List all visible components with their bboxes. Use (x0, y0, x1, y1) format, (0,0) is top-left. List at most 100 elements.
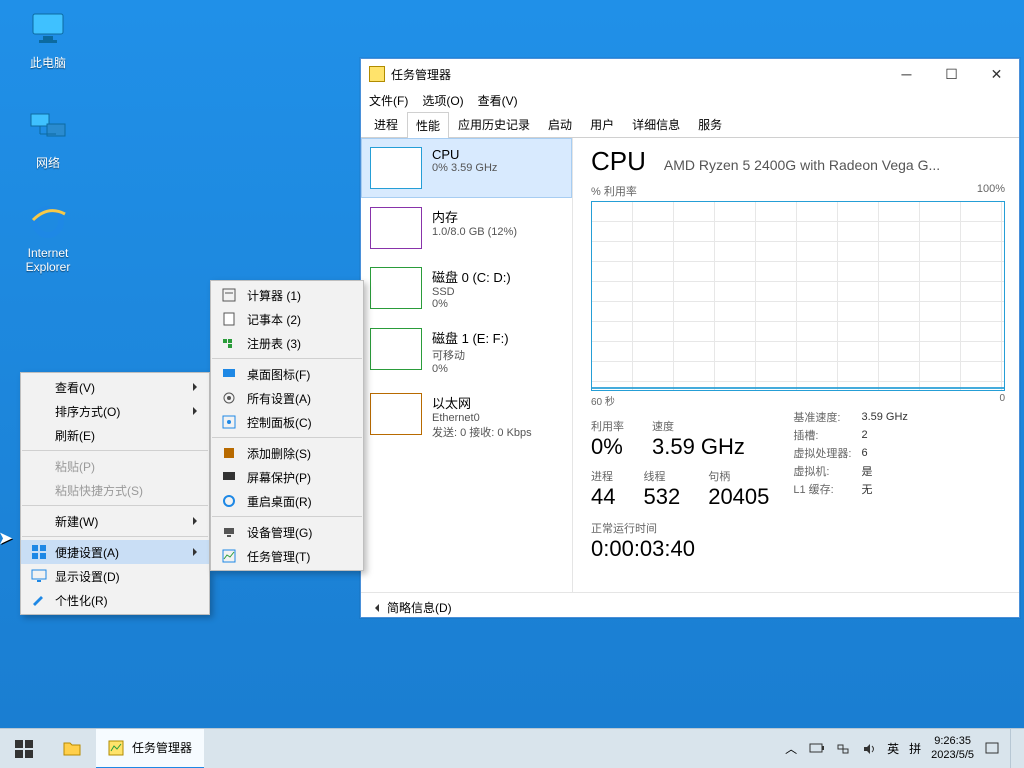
tab-users[interactable]: 用户 (581, 111, 623, 137)
taskbar-task-manager[interactable]: 任务管理器 (96, 729, 204, 768)
ctx-sort[interactable]: 排序方式(O) (21, 399, 209, 423)
tray-network-icon[interactable] (835, 741, 851, 757)
tray-notifications-icon[interactable] (984, 741, 1000, 757)
add-remove-icon (219, 443, 239, 463)
proc-value: 44 (591, 484, 615, 510)
sm-control-panel[interactable]: 控制面板(C) (211, 410, 363, 434)
display-icon (29, 566, 49, 586)
brush-icon (29, 590, 49, 610)
quick-settings-submenu: 计算器 (1) 记事本 (2) 注册表 (3) 桌面图标(F) 所有设置(A) … (210, 280, 364, 571)
start-button[interactable] (0, 729, 48, 768)
label: 利用率 (591, 418, 624, 434)
cpu-utilization-chart[interactable] (591, 201, 1005, 391)
screensaver-icon (219, 467, 239, 487)
sm-restart-desktop[interactable]: 重启桌面(R) (211, 489, 363, 513)
titlebar[interactable]: 任务管理器 ─ ☐ ✕ (361, 59, 1019, 89)
notepad-icon (219, 309, 239, 329)
sm-device-manager[interactable]: 设备管理(G) (211, 520, 363, 544)
speed-value: 3.59 GHz (652, 434, 745, 460)
desktop-icon-network[interactable]: 网络 (10, 108, 86, 171)
fewer-details-button[interactable]: 简略信息(D) (387, 599, 452, 616)
chart-ymax: 100% (977, 183, 1005, 199)
thread-value: 532 (643, 484, 680, 510)
tray-ime1[interactable]: 英 (887, 740, 899, 757)
desktop-icons-icon (219, 364, 239, 384)
taskbar-file-explorer[interactable] (48, 729, 96, 768)
cat-disk1[interactable]: 磁盘 1 (E: F:)可移动 0% (361, 319, 572, 384)
desktop-icon-label: Explorer (10, 260, 86, 274)
windows-logo-icon (15, 740, 33, 758)
menu-view[interactable]: 查看(V) (478, 92, 518, 109)
uptime-value: 0:00:03:40 (591, 536, 769, 562)
label: 线程 (643, 468, 680, 484)
sm-regedit[interactable]: 注册表 (3) (211, 331, 363, 355)
close-button[interactable]: ✕ (974, 59, 1019, 89)
cpu-spec-table: 基准速度:3.59 GHz 插槽:2 虚拟处理器:6 虚拟机:是 L1 缓存:无 (793, 408, 918, 562)
tray-volume-icon[interactable] (861, 741, 877, 757)
settings-group-icon (29, 542, 49, 562)
cursor-icon: ➤ (0, 528, 13, 549)
desktop-icon-label: 网络 (10, 154, 86, 171)
sm-add-remove[interactable]: 添加删除(S) (211, 441, 363, 465)
menu-file[interactable]: 文件(F) (369, 92, 408, 109)
chart-x-right: 0 (999, 393, 1005, 408)
ctx-paste-shortcut[interactable]: 粘贴快捷方式(S) (21, 478, 209, 502)
ctx-display-settings[interactable]: 显示设置(D) (21, 564, 209, 588)
tray-ime2[interactable]: 拼 (909, 740, 921, 757)
ctx-quick-settings[interactable]: 便捷设置(A) (21, 540, 209, 564)
perf-detail-pane: CPU AMD Ryzen 5 2400G with Radeon Vega G… (573, 138, 1019, 592)
ctx-personalize[interactable]: 个性化(R) (21, 588, 209, 612)
folder-icon (62, 739, 82, 759)
taskmgr-icon (108, 740, 124, 756)
tab-startup[interactable]: 启动 (539, 111, 581, 137)
sm-notepad[interactable]: 记事本 (2) (211, 307, 363, 331)
ctx-new[interactable]: 新建(W) (21, 509, 209, 533)
window-title: 任务管理器 (391, 66, 451, 83)
control-panel-icon (219, 412, 239, 432)
disk-thumb-icon (370, 267, 422, 309)
sm-task-manager[interactable]: 任务管理(T) (211, 544, 363, 568)
tab-services[interactable]: 服务 (689, 111, 731, 137)
desktop-context-menu: 查看(V) 排序方式(O) 刷新(E) 粘贴(P) 粘贴快捷方式(S) 新建(W… (20, 372, 210, 615)
label: 正常运行时间 (591, 520, 769, 536)
tab-app-history[interactable]: 应用历史记录 (449, 111, 539, 137)
sm-screensaver[interactable]: 屏幕保护(P) (211, 465, 363, 489)
task-manager-window: 任务管理器 ─ ☐ ✕ 文件(F) 选项(O) 查看(V) 进程 性能 应用历史… (360, 58, 1020, 618)
memory-thumb-icon (370, 207, 422, 249)
desktop-icon-this-pc[interactable]: 此电脑 (10, 8, 86, 71)
cpu-name: AMD Ryzen 5 2400G with Radeon Vega G... (664, 157, 1005, 173)
cat-cpu[interactable]: CPU0% 3.59 GHz (361, 138, 572, 198)
cat-ethernet[interactable]: 以太网Ethernet0 发送: 0 接收: 0 Kbps (361, 384, 572, 449)
restart-icon (219, 491, 239, 511)
sm-deskicon[interactable]: 桌面图标(F) (211, 362, 363, 386)
taskmgr-app-icon (369, 66, 385, 82)
ctx-paste[interactable]: 粘贴(P) (21, 454, 209, 478)
tray-chevron-icon[interactable]: ︿ (783, 741, 799, 757)
tray-clock[interactable]: 9:26:352023/5/5 (931, 735, 974, 761)
tab-details[interactable]: 详细信息 (623, 111, 689, 137)
cat-memory[interactable]: 内存1.0/8.0 GB (12%) (361, 198, 572, 258)
ctx-view[interactable]: 查看(V) (21, 375, 209, 399)
device-icon (219, 522, 239, 542)
tray-battery-icon[interactable] (809, 741, 825, 757)
disk-thumb-icon (370, 328, 422, 370)
tab-performance[interactable]: 性能 (407, 112, 449, 138)
taskbar-app-label: 任务管理器 (132, 739, 192, 756)
tabstrip: 进程 性能 应用历史记录 启动 用户 详细信息 服务 (361, 111, 1019, 138)
minimize-button[interactable]: ─ (884, 59, 929, 89)
cat-disk0[interactable]: 磁盘 0 (C: D:)SSD 0% (361, 258, 572, 319)
maximize-button[interactable]: ☐ (929, 59, 974, 89)
chart-ylabel: % 利用率 (591, 183, 637, 199)
tab-processes[interactable]: 进程 (365, 111, 407, 137)
label: 速度 (652, 418, 745, 434)
show-desktop-button[interactable] (1010, 729, 1020, 768)
cpu-thumb-icon (370, 147, 422, 189)
sm-allsettings[interactable]: 所有设置(A) (211, 386, 363, 410)
ctx-refresh[interactable]: 刷新(E) (21, 423, 209, 447)
menu-options[interactable]: 选项(O) (422, 92, 463, 109)
ethernet-thumb-icon (370, 393, 422, 435)
desktop-icon-label: 此电脑 (10, 54, 86, 71)
desktop-icon-ie[interactable]: Internet Explorer (10, 200, 86, 274)
network-icon (27, 108, 69, 150)
sm-calc[interactable]: 计算器 (1) (211, 283, 363, 307)
